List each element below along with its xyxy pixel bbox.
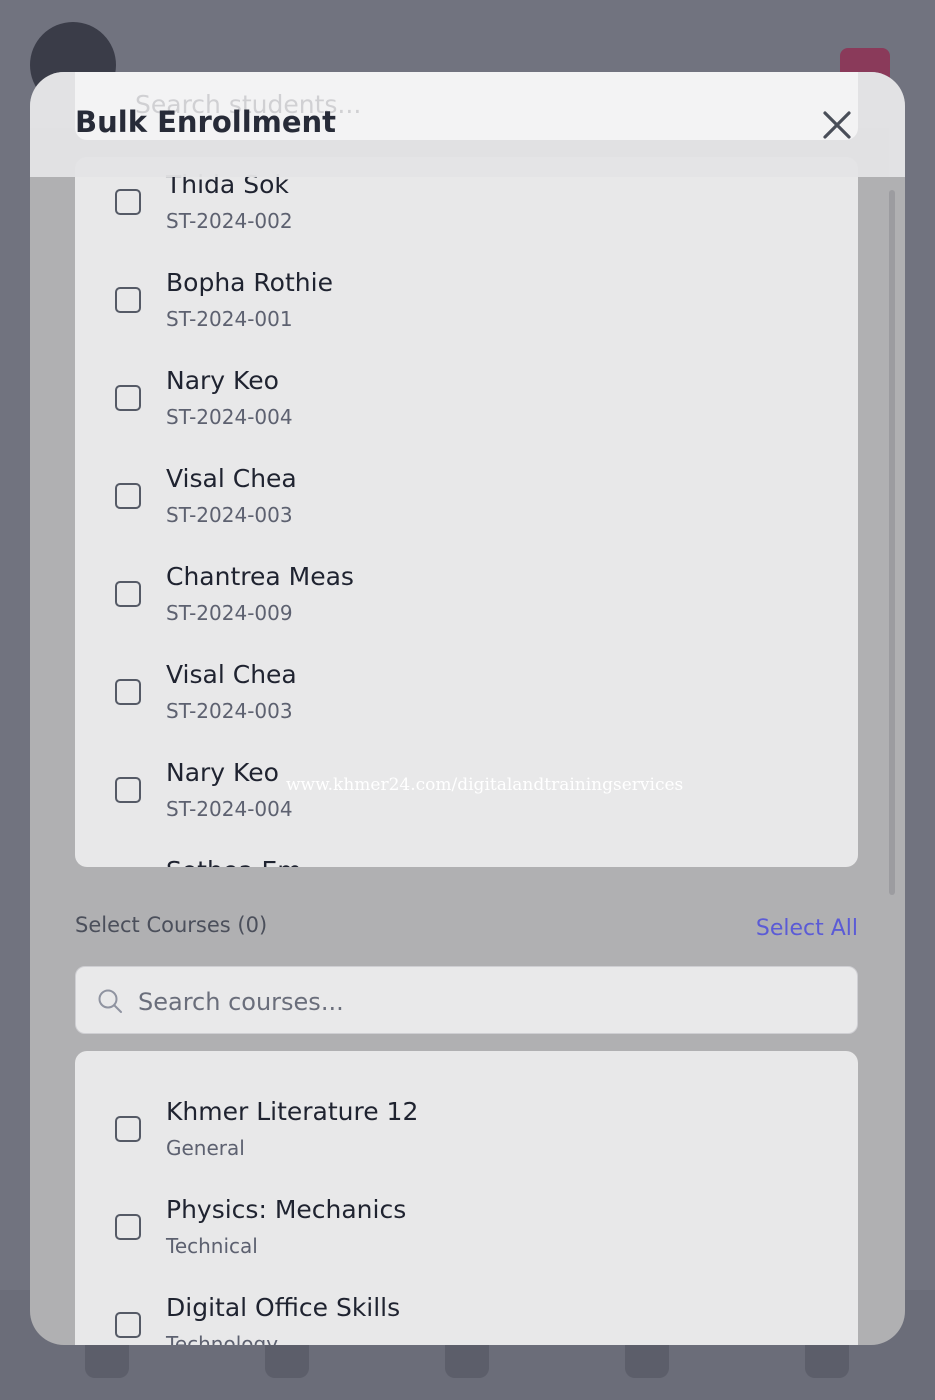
student-row-subtitle: ST-2024-002	[166, 209, 293, 233]
student-row-title: Nary Keo	[166, 366, 279, 395]
watermark: www.khmer24.com/digitalandtrainingservic…	[286, 775, 684, 795]
student-row-title: Chantrea Meas	[166, 562, 354, 591]
course-search-field[interactable]	[75, 966, 858, 1034]
student-row[interactable]: Visal Chea ST-2024-003	[75, 647, 858, 745]
checkbox[interactable]	[115, 189, 141, 215]
student-row-subtitle: ST-2024-003	[166, 503, 293, 527]
student-row-title: Visal Chea	[166, 660, 297, 689]
student-row-subtitle: ST-2024-009	[166, 601, 293, 625]
checkbox[interactable]	[115, 385, 141, 411]
student-row[interactable]: Bopha Rothie ST-2024-001	[75, 255, 858, 353]
bulk-enrollment-modal: Thida Sok ST-2024-002 Bopha Rothie ST-2024-…	[30, 72, 905, 1345]
checkbox[interactable]	[115, 1312, 141, 1338]
scrollbar[interactable]	[889, 190, 895, 895]
checkbox[interactable]	[115, 287, 141, 313]
select-courses-label: Select Courses (0)	[75, 913, 268, 937]
modal-title: Bulk Enrollment	[75, 105, 337, 139]
student-row-title: Sothea Em	[166, 856, 302, 867]
checkbox[interactable]	[115, 581, 141, 607]
student-row[interactable]: Sothea Em	[75, 843, 858, 867]
close-button[interactable]	[820, 108, 854, 142]
course-search-input[interactable]	[136, 984, 830, 1020]
course-row[interactable]: Digital Office Skills Technology	[75, 1280, 858, 1345]
search-icon	[98, 989, 122, 1013]
checkbox[interactable]	[115, 777, 141, 803]
select-all-button[interactable]: Select All	[756, 916, 858, 941]
course-row-title: Digital Office Skills	[166, 1293, 401, 1322]
student-row-title: Bopha Rothie	[166, 268, 333, 297]
checkbox[interactable]	[115, 483, 141, 509]
checkbox[interactable]	[115, 1116, 141, 1142]
course-list[interactable]: Khmer Literature 12 General Physics: Mecha…	[75, 1051, 858, 1345]
course-row[interactable]: Physics: Mechanics Technical	[75, 1182, 858, 1280]
student-row-title: Visal Chea	[166, 464, 297, 493]
modal-header: Search students... Bulk Enrollment	[30, 72, 905, 177]
course-row-subtitle: Technical	[166, 1234, 258, 1258]
student-row[interactable]: Nary Keo ST-2024-004	[75, 353, 858, 451]
student-list[interactable]: Thida Sok ST-2024-002 Bopha Rothie ST-2024-…	[75, 157, 858, 867]
student-row-title: Nary Keo	[166, 758, 279, 787]
checkbox[interactable]	[115, 679, 141, 705]
checkbox[interactable]	[115, 1214, 141, 1240]
student-row-subtitle: ST-2024-004	[166, 405, 293, 429]
student-row-subtitle: ST-2024-004	[166, 797, 293, 821]
course-row[interactable]: Khmer Literature 12 General	[75, 1084, 858, 1182]
student-row-subtitle: ST-2024-001	[166, 307, 293, 331]
course-row-title: Khmer Literature 12	[166, 1097, 419, 1126]
student-row[interactable]: Visal Chea ST-2024-003	[75, 451, 858, 549]
close-icon	[823, 111, 851, 139]
student-row[interactable]: Chantrea Meas ST-2024-009	[75, 549, 858, 647]
course-row-title: Physics: Mechanics	[166, 1195, 407, 1224]
course-row-subtitle: General	[166, 1136, 245, 1160]
student-row-subtitle: ST-2024-003	[166, 699, 293, 723]
course-row-subtitle: Technology	[166, 1332, 279, 1345]
